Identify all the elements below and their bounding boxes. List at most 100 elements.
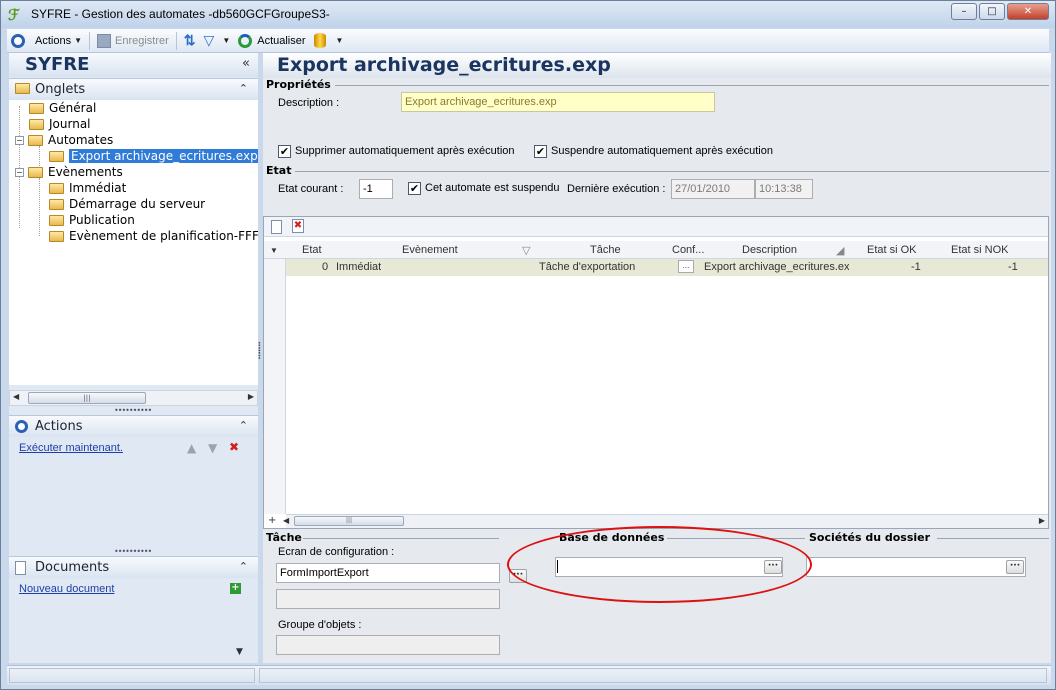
column-header-etat-ok[interactable]: Etat si OK	[867, 244, 917, 256]
window-controls: – □ ✕	[951, 3, 1049, 20]
collapse-node-icon[interactable]: −	[15, 167, 24, 177]
companies-field[interactable]	[806, 557, 1026, 577]
column-header-etat-nok[interactable]: Etat si NOK	[951, 244, 1008, 256]
companies-browse-button[interactable]: ···	[1006, 560, 1024, 574]
delete-row-icon[interactable]: ✖	[292, 219, 304, 233]
last-execution-date: 27/01/2010	[671, 179, 755, 199]
refresh-button[interactable]: Actualiser	[234, 30, 309, 52]
tree-horizontal-scrollbar[interactable]: ◀ ||| ▶	[9, 390, 258, 406]
folder-icon	[49, 214, 64, 226]
tree-item-automates[interactable]: − Automates	[15, 132, 113, 148]
chevron-up-icon[interactable]: ⌃	[239, 560, 248, 573]
companies-group-label: Sociétés du dossier	[809, 531, 931, 544]
chevron-down-icon[interactable]: ▼	[236, 647, 243, 657]
add-document-icon[interactable]: +	[230, 583, 241, 594]
scroll-right-icon[interactable]: ▶	[1039, 516, 1045, 525]
splitter-grip[interactable]: ••••••••••	[114, 547, 152, 556]
actions-menu-button[interactable]: Actions ▼	[7, 30, 86, 52]
database-button[interactable]: ▼	[310, 30, 348, 52]
actions-section-header[interactable]: Actions ⌃	[9, 415, 258, 437]
database-icon	[313, 33, 326, 48]
table-row[interactable]: 0 Immédiat Tâche d'exportation ... Expor…	[286, 259, 1048, 276]
maximize-button[interactable]: □	[979, 3, 1005, 20]
collapse-node-icon[interactable]: −	[15, 135, 24, 145]
tree-item-label: Export archivage_ecritures.exp	[69, 149, 258, 163]
move-up-icon[interactable]: ▲	[187, 441, 196, 455]
column-filter-icon[interactable]: ▽	[522, 244, 530, 257]
tree-item-planification[interactable]: Evènement de planification-FFFFFF	[49, 228, 258, 244]
cell-etat-ok: -1	[911, 261, 921, 273]
column-header-conf[interactable]: Conf...	[672, 244, 704, 256]
toolbar: Actions ▼ Enregistrer ⇅ ▽ ▼ Actualiser ▼	[7, 29, 1049, 53]
column-header-description[interactable]: Description	[742, 244, 797, 256]
status-cell	[9, 668, 255, 683]
scroll-thumb[interactable]: |||	[294, 516, 404, 526]
scroll-left-icon[interactable]: ◀	[13, 392, 19, 401]
description-label: Description :	[278, 97, 340, 109]
sync-icon: ⇅	[183, 32, 196, 48]
column-header-tache[interactable]: Tâche	[590, 244, 621, 256]
close-button[interactable]: ✕	[1007, 3, 1049, 20]
suspended-checkbox[interactable]: ✔	[408, 182, 421, 195]
tree-item-demarrage[interactable]: Démarrage du serveur	[49, 196, 205, 212]
cell-evenement: Immédiat	[336, 261, 382, 273]
onglets-section-header[interactable]: Onglets ⌃	[9, 78, 258, 100]
tree-item-immediat[interactable]: Immédiat	[49, 180, 126, 196]
chevron-up-icon[interactable]: ⌃	[239, 419, 248, 432]
scroll-left-icon[interactable]: ◀	[283, 516, 289, 525]
current-state-field[interactable]: -1	[359, 179, 393, 199]
chevron-up-icon[interactable]: ⌃	[239, 82, 248, 95]
config-screen-field[interactable]: FormImportExport	[276, 563, 500, 583]
splitter-grip[interactable]: ••••••••••	[114, 406, 152, 415]
auto-suspend-checkbox[interactable]: ✔	[534, 145, 547, 158]
annotation-ellipse	[507, 526, 812, 603]
collapse-pane-icon[interactable]: «	[242, 56, 250, 71]
tree-item-export-archivage[interactable]: Export archivage_ecritures.exp	[49, 148, 258, 164]
documents-section-label: Documents	[35, 560, 110, 575]
auto-delete-checkbox[interactable]: ✔	[278, 145, 291, 158]
column-sort-icon[interactable]: ◢	[836, 244, 844, 257]
documents-section-header[interactable]: Documents ⌃	[9, 556, 258, 578]
execute-now-link[interactable]: Exécuter maintenant.	[19, 442, 123, 454]
new-row-icon[interactable]	[271, 220, 282, 234]
column-header-etat[interactable]: Etat	[302, 244, 322, 256]
column-header-evenement[interactable]: Evènement	[402, 244, 458, 256]
tree-item-label: Evènement de planification-FFFFFF	[69, 229, 258, 243]
actions-menu-label: Actions	[35, 34, 72, 47]
delete-icon[interactable]: ✖	[229, 440, 239, 454]
expand-all-icon[interactable]: +	[268, 515, 276, 526]
filter-funnel-icon: ▽	[203, 32, 215, 48]
scroll-thumb[interactable]: |||	[28, 392, 146, 404]
left-pane-header: SYFRE «	[9, 53, 258, 77]
cell-conf-button[interactable]: ...	[678, 260, 694, 273]
toolbar-separator	[175, 31, 177, 50]
tree-item-general[interactable]: Général	[29, 100, 96, 116]
minimize-button[interactable]: –	[951, 3, 977, 20]
save-button[interactable]: Enregistrer	[93, 30, 173, 52]
vertical-splitter-grip[interactable]: •••••••	[255, 341, 262, 371]
filter-button[interactable]: ▽ ▼	[200, 30, 235, 52]
row-menu-icon[interactable]: ▼	[270, 246, 278, 255]
tree-item-label: Journal	[49, 117, 91, 131]
tree-item-evenements[interactable]: − Evènements	[15, 164, 123, 180]
tree-item-label: Publication	[69, 213, 135, 227]
move-down-icon[interactable]: ▼	[208, 441, 217, 455]
folder-icon	[15, 83, 30, 94]
scroll-right-icon[interactable]: ▶	[248, 392, 254, 401]
object-group-field[interactable]	[276, 635, 500, 655]
tree-item-publication[interactable]: Publication	[49, 212, 135, 228]
cell-tache: Tâche d'exportation	[539, 261, 636, 273]
description-field[interactable]: Export archivage_ecritures.exp	[401, 92, 715, 112]
main-header: Export archivage_ecritures.exp	[263, 53, 1051, 78]
save-label: Enregistrer	[115, 34, 169, 47]
tree-item-label: Général	[49, 101, 97, 115]
document-icon	[15, 561, 26, 575]
folder-icon	[28, 166, 43, 178]
folder-icon	[28, 134, 43, 146]
group-divider	[295, 171, 1049, 172]
sync-button[interactable]: ⇅	[180, 30, 200, 52]
new-document-link[interactable]: Nouveau document	[19, 583, 114, 595]
etat-group-label: Etat	[266, 164, 292, 177]
onglets-tree: Général Journal − Automates Export archi…	[9, 100, 258, 385]
tree-item-journal[interactable]: Journal	[29, 116, 91, 132]
